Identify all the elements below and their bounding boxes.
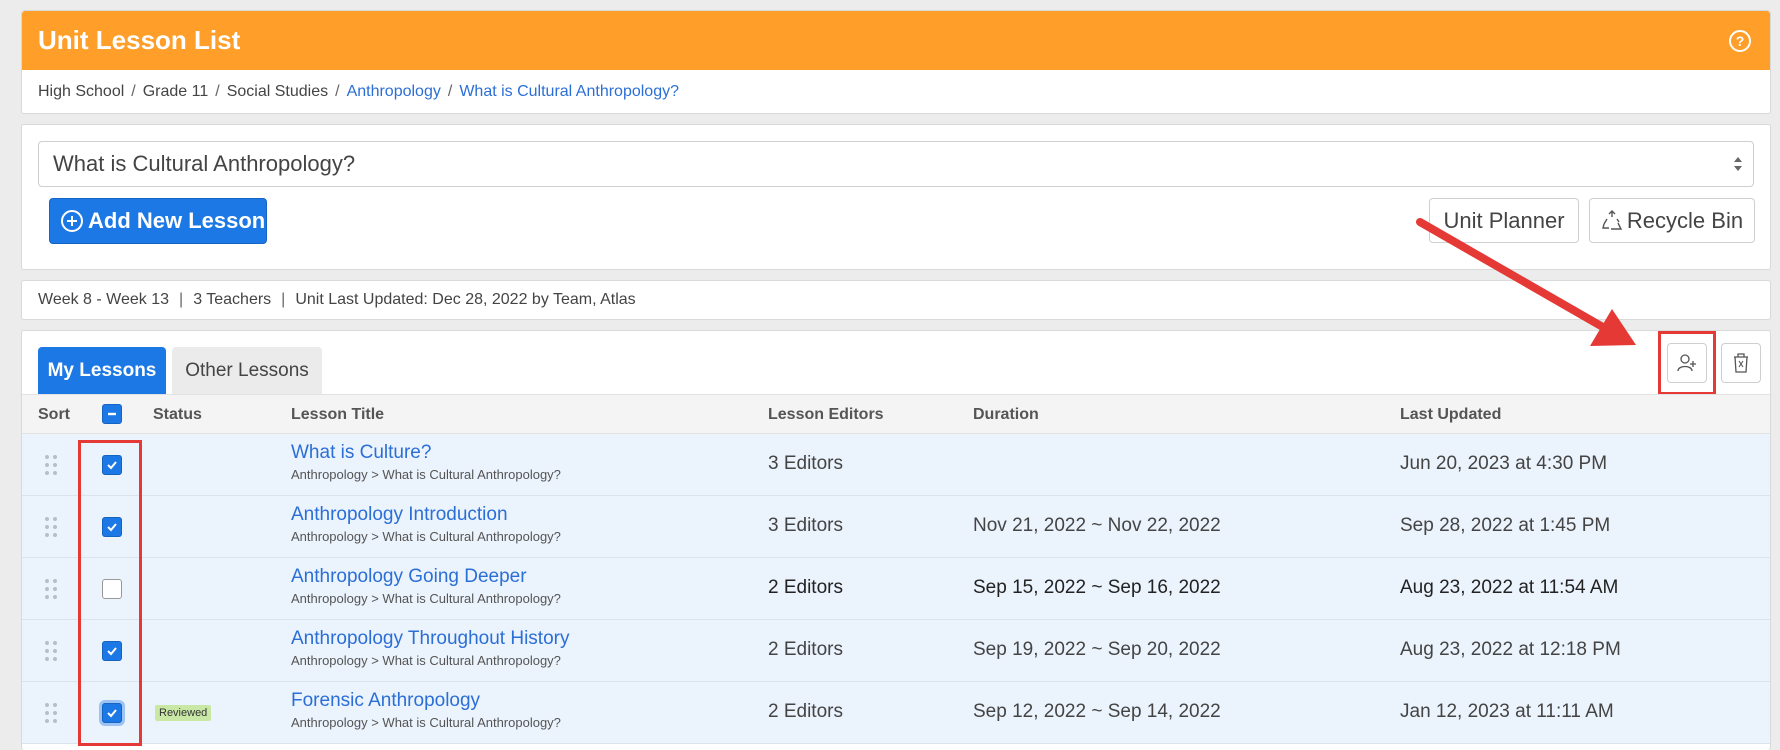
check-icon <box>107 709 117 718</box>
lesson-last-updated: Aug 23, 2022 at 11:54 AM <box>1400 577 1619 598</box>
plus-circle-icon <box>61 210 83 232</box>
lesson-path: Anthropology > What is Cultural Anthropo… <box>291 591 561 606</box>
lesson-path: Anthropology > What is Cultural Anthropo… <box>291 715 561 730</box>
tab-other-lessons[interactable]: Other Lessons <box>172 347 322 394</box>
add-new-lesson-label: Add New Lesson <box>88 208 266 233</box>
assign-editors-button[interactable] <box>1667 343 1707 383</box>
header-lesson-editors: Lesson Editors <box>768 406 884 423</box>
lesson-editors: 2 Editors <box>768 639 843 660</box>
recycle-bin-button[interactable]: Recycle Bin <box>1589 198 1755 243</box>
header-sort[interactable]: Sort <box>38 406 70 424</box>
lesson-duration: Sep 19, 2022 ~ Sep 20, 2022 <box>973 639 1221 660</box>
lesson-duration: Sep 15, 2022 ~ Sep 16, 2022 <box>973 577 1221 598</box>
add-user-icon <box>1677 354 1696 372</box>
drag-handle-icon[interactable] <box>44 516 58 538</box>
unit-select-value: What is Cultural Anthropology? <box>53 151 356 176</box>
breadcrumb-link-course[interactable]: Anthropology <box>347 83 441 101</box>
trash-icon <box>1734 353 1748 373</box>
row-checkbox[interactable] <box>102 703 122 723</box>
drag-handle-icon[interactable] <box>44 454 58 476</box>
drag-handle-icon[interactable] <box>44 640 58 662</box>
unit-planner-button[interactable]: Unit Planner <box>1429 198 1579 243</box>
tab-my-lessons[interactable]: My Lessons <box>38 347 166 394</box>
breadcrumb: High School / Grade 11 / Social Studies … <box>38 83 679 101</box>
header-status: Status <box>153 406 202 423</box>
select-all-checkbox[interactable] <box>102 404 122 424</box>
status-badge: Reviewed <box>155 705 212 721</box>
unit-last-updated: Unit Last Updated: Dec 28, 2022 by Team,… <box>295 291 636 308</box>
lesson-editors: 3 Editors <box>768 515 843 536</box>
table-header: Sort Status Lesson Title Lesson Editors … <box>22 394 1770 434</box>
lesson-duration: Sep 12, 2022 ~ Sep 14, 2022 <box>973 701 1221 722</box>
drag-handle-icon[interactable] <box>44 578 58 600</box>
lesson-title-link[interactable]: Anthropology Introduction <box>291 504 561 526</box>
check-icon <box>107 523 117 532</box>
header-panel: Unit Lesson List ? High School / Grade 1… <box>21 10 1771 114</box>
table-row: What is Culture? Anthropology > What is … <box>22 434 1770 496</box>
lesson-path: Anthropology > What is Cultural Anthropo… <box>291 467 561 482</box>
row-checkbox[interactable] <box>102 641 122 661</box>
recycle-icon <box>1602 209 1623 230</box>
check-icon <box>107 647 117 656</box>
breadcrumb-item-grade: Grade 11 <box>142 83 209 100</box>
question-circle-icon[interactable]: ? <box>1728 29 1752 53</box>
lessons-panel: My Lessons Other Lessons Sort Status Les… <box>21 330 1771 750</box>
breadcrumb-item-subject: Social Studies <box>226 83 329 100</box>
lesson-duration: Nov 21, 2022 ~ Nov 22, 2022 <box>973 515 1221 536</box>
lesson-title-link[interactable]: What is Culture? <box>291 442 561 464</box>
lesson-title-link[interactable]: Anthropology Throughout History <box>291 628 569 650</box>
minus-icon <box>108 412 116 416</box>
unit-select[interactable]: What is Cultural Anthropology? <box>38 141 1754 187</box>
unit-weeks: Week 8 - Week 13 <box>38 291 170 308</box>
header-lesson-title: Lesson Title <box>291 406 385 423</box>
lesson-last-updated: Jun 20, 2023 at 4:30 PM <box>1400 453 1608 474</box>
row-checkbox[interactable] <box>102 517 122 537</box>
lesson-editors: 3 Editors <box>768 453 843 474</box>
table-row: Anthropology Introduction Anthropology >… <box>22 496 1770 558</box>
table-row: Anthropology Going Deeper Anthropology >… <box>22 558 1770 620</box>
add-new-lesson-button[interactable]: Add New Lesson <box>49 198 267 244</box>
table-row: Anthropology Throughout History Anthropo… <box>22 620 1770 682</box>
row-checkbox[interactable] <box>102 579 122 599</box>
breadcrumb-item-school: High School <box>38 83 125 100</box>
svg-text:?: ? <box>1736 33 1745 49</box>
page-title: Unit Lesson List <box>38 25 241 55</box>
drag-handle-icon[interactable] <box>44 702 58 724</box>
lesson-editors: 2 Editors <box>768 577 843 598</box>
lesson-editors: 2 Editors <box>768 701 843 722</box>
lesson-path: Anthropology > What is Cultural Anthropo… <box>291 653 561 668</box>
header-last-updated: Last Updated <box>1400 406 1502 423</box>
lesson-last-updated: Aug 23, 2022 at 12:18 PM <box>1400 639 1621 660</box>
select-arrows-icon <box>1734 157 1742 171</box>
header-duration: Duration <box>973 406 1039 423</box>
lesson-last-updated: Jan 12, 2023 at 11:11 AM <box>1400 701 1614 722</box>
lesson-path: Anthropology > What is Cultural Anthropo… <box>291 529 561 544</box>
table-row: Reviewed Forensic Anthropology Anthropol… <box>22 682 1770 744</box>
unit-controls-panel: What is Cultural Anthropology? Add New L… <box>21 124 1771 270</box>
unit-teachers: 3 Teachers <box>193 291 272 308</box>
row-checkbox[interactable] <box>102 455 122 475</box>
check-icon <box>107 461 117 470</box>
unit-info-bar: Week 8 - Week 13 | 3 Teachers | Unit Las… <box>21 280 1771 320</box>
breadcrumb-link-unit[interactable]: What is Cultural Anthropology? <box>459 83 679 101</box>
lesson-title-link[interactable]: Forensic Anthropology <box>291 690 561 712</box>
title-bar: Unit Lesson List ? <box>22 11 1770 70</box>
lesson-title-link[interactable]: Anthropology Going Deeper <box>291 566 561 588</box>
lesson-last-updated: Sep 28, 2022 at 1:45 PM <box>1400 515 1611 536</box>
delete-lessons-button[interactable] <box>1721 343 1761 383</box>
